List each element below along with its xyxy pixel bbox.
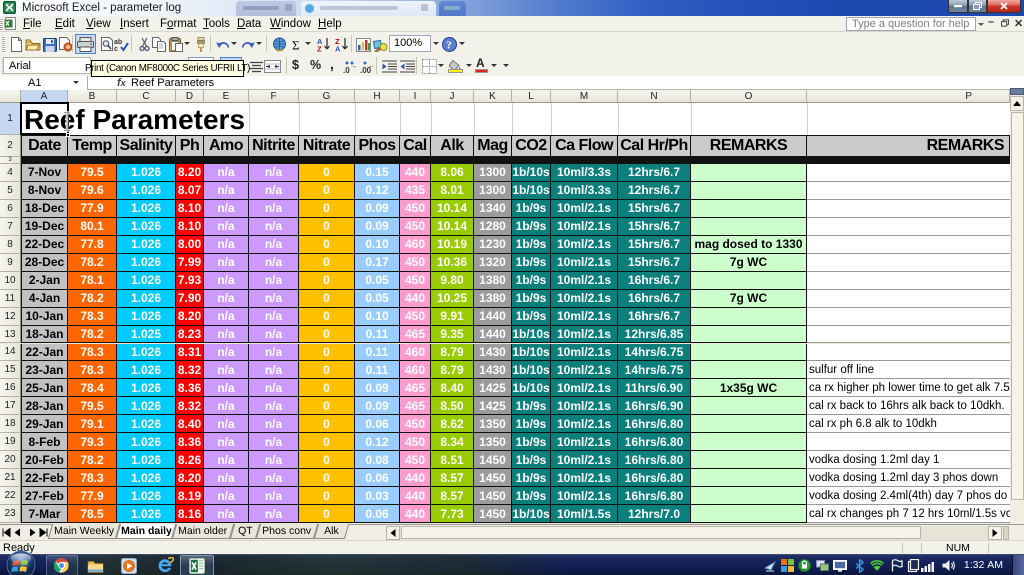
svg-text:A: A (335, 45, 341, 53)
svg-text:c: c (114, 46, 118, 52)
svg-text:Z: Z (317, 45, 322, 53)
svg-text:ab: ab (114, 39, 122, 46)
svg-text:←: ← (368, 63, 375, 70)
svg-text:Σ: Σ (292, 38, 300, 51)
svg-text:?: ? (446, 40, 452, 52)
